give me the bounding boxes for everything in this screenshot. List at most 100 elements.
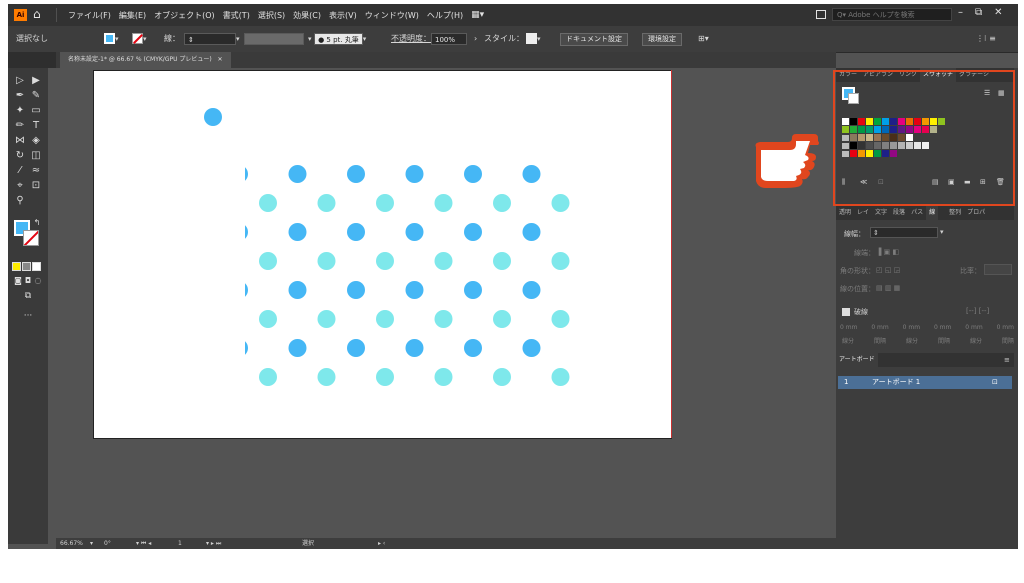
blue-dot[interactable] [405,223,424,241]
tab-stroke[interactable]: 線 [926,206,939,220]
blue-dot[interactable] [230,339,248,357]
blue-dot[interactable] [347,281,365,299]
color-swatch[interactable] [898,134,905,141]
cyan-dot[interactable] [376,368,394,386]
gap-value[interactable]: 0 mm [997,324,1014,331]
blue-dot[interactable] [405,339,424,357]
close-icon[interactable]: ✕ [994,7,1002,18]
rotation-value[interactable]: 0° [104,538,111,549]
tab-pathfinder[interactable]: パス [908,206,926,220]
arrange-documents-icon[interactable] [816,10,826,19]
document-tab[interactable]: 名称未設定-1* @ 66.67 % (CMYK/GPU プレビュー) ✕ [60,52,231,68]
blue-dot[interactable] [640,281,658,299]
blue-dot[interactable] [230,281,248,299]
cyan-dot[interactable] [317,368,336,386]
color-swatch[interactable] [866,150,873,157]
cyan-dot[interactable] [610,368,628,386]
chevron-down-icon[interactable]: ▾ [537,32,541,46]
gradient-mode-icon[interactable] [22,262,31,271]
cap-buttons[interactable]: ▐ ▣ ◧ [876,248,899,256]
blue-dot[interactable] [347,339,365,357]
chevron-down-icon[interactable]: ▾ [940,228,944,236]
blue-dot[interactable] [347,165,365,183]
color-group-folder-icon[interactable] [842,151,849,157]
menu-help[interactable]: ヘルプ(H) [427,10,463,21]
cyan-dot[interactable] [201,310,219,328]
cyan-dot[interactable] [376,252,394,270]
blue-dot[interactable] [464,339,482,357]
chevron-right-icon[interactable]: › [474,32,477,46]
chevron-down-icon[interactable]: ▾ [308,32,312,46]
zoom-level[interactable]: 66.67% [60,538,83,549]
color-swatch[interactable] [930,118,937,125]
blue-dot[interactable] [288,339,307,357]
color-swatch[interactable] [874,134,881,141]
cyan-dot[interactable] [551,252,570,270]
cyan-dot[interactable] [259,310,277,328]
menu-object[interactable]: オブジェクト(O) [154,10,215,21]
blue-dot[interactable] [230,165,248,183]
blue-dot[interactable] [581,339,599,357]
stroke-swatch-none[interactable] [132,33,143,44]
tab-gradient[interactable]: グラデーシ [956,68,992,82]
stroke-weight-input[interactable]: ⇕ [870,227,938,238]
artboard-nav-next-icons[interactable]: ▾ ▸ ⏭ [206,538,221,549]
scale-tool-icon[interactable]: ◫ [29,149,43,162]
color-swatch[interactable] [890,142,897,149]
color-swatch[interactable] [850,134,857,141]
artboard-list-item[interactable]: 1 アートボード 1 ⊡ [838,376,1012,389]
blue-dot[interactable] [288,281,307,299]
status-arrow-icon[interactable]: ▸ ‹ [378,538,385,549]
brush-field[interactable]: ● 5 pt. 丸筆 [314,32,363,45]
opacity-input[interactable]: 100% [431,32,467,46]
blue-dot[interactable] [640,339,658,357]
style-picker[interactable]: ▾ [526,32,541,46]
color-swatch[interactable] [874,150,881,157]
cyan-dot[interactable] [610,310,628,328]
blue-dot[interactable] [464,223,482,241]
color-swatch[interactable] [866,134,873,141]
list-view-icon[interactable]: ☰ [984,89,990,97]
menu-view[interactable]: 表示(V) [329,10,357,21]
stroke-control[interactable]: ▾ [132,32,147,46]
blue-dot[interactable] [581,281,599,299]
color-swatch[interactable] [874,126,881,133]
cyan-dot[interactable] [493,310,511,328]
chevron-down-icon[interactable]: ▾ [90,538,93,549]
blue-dot[interactable] [288,165,307,183]
color-swatch[interactable] [858,126,865,133]
swap-colors-icon[interactable]: ↰ [30,216,44,229]
color-group-folder-icon[interactable] [842,143,849,149]
cyan-dot[interactable] [201,368,219,386]
pen-tool-icon[interactable]: ✒ [13,89,27,102]
swatch-libraries-icon[interactable]: ⫼ [842,178,845,187]
color-swatch[interactable] [938,118,945,125]
single-blue-dot[interactable] [204,108,222,126]
tab-properties[interactable]: プロパ [964,206,988,220]
color-swatch[interactable] [874,142,881,149]
artboard-number[interactable]: 1 [178,538,182,549]
thumbnail-view-icon[interactable]: ▦ [998,89,1005,97]
menu-file[interactable]: ファイル(F) [68,10,111,21]
menu-window[interactable]: ウィンドウ(W) [365,10,419,21]
blue-dot[interactable] [581,223,599,241]
type-tool-icon[interactable]: T [29,119,43,132]
color-swatch[interactable] [890,118,897,125]
zoom-tool-icon[interactable]: ⚲ [13,194,27,207]
menu-select[interactable]: 選択(S) [258,10,285,21]
symbol-sprayer-tool-icon[interactable]: ⌖ [13,179,27,192]
menu-effect[interactable]: 効果(C) [293,10,321,21]
color-swatch[interactable] [898,142,905,149]
eyedropper-tool-icon[interactable]: ⁄ [13,164,27,177]
swatch-stroke-preview[interactable] [848,93,859,104]
blue-dot[interactable] [522,281,541,299]
color-swatch[interactable] [866,118,873,125]
cyan-dot[interactable] [610,194,628,212]
color-swatch[interactable] [858,142,865,149]
blue-dot[interactable] [522,223,541,241]
cyan-dot[interactable] [610,252,628,270]
cyan-dot[interactable] [201,252,219,270]
tab-swatches[interactable]: スウォッチ [920,68,957,82]
profile-field[interactable] [244,32,304,45]
color-swatch[interactable] [850,118,857,125]
